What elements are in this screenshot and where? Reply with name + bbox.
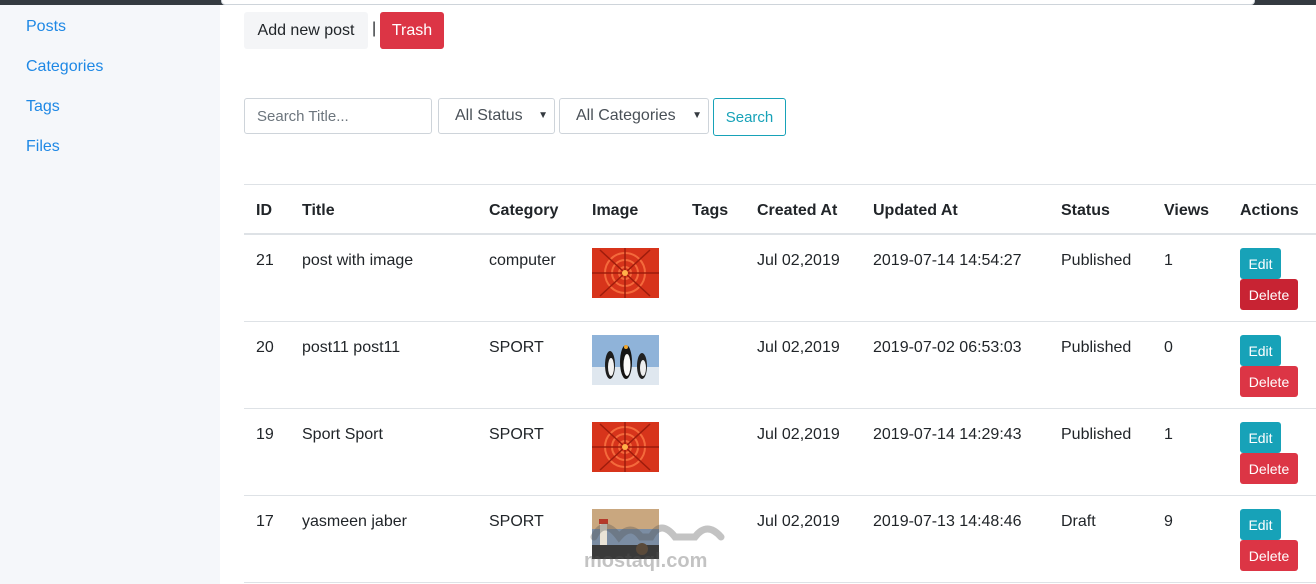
cell-views: 0 <box>1164 339 1173 356</box>
sidebar: Posts Categories Tags Files <box>0 5 220 584</box>
post-thumbnail-image <box>592 509 659 559</box>
cell-updated-at: 2019-07-14 14:54:27 <box>873 252 1022 269</box>
header-views: Views <box>1164 202 1210 219</box>
header-updated-at: Updated At <box>873 202 958 219</box>
add-new-post-button[interactable]: Add new post <box>244 12 368 49</box>
header-actions: Actions <box>1240 202 1299 219</box>
cell-id: 17 <box>256 513 274 530</box>
cell-views: 1 <box>1164 252 1173 269</box>
cell-category: SPORT <box>489 513 544 530</box>
table-row: 21 post with image computer Jul 02,2019 … <box>244 235 1316 322</box>
edit-button[interactable]: Edit <box>1240 422 1281 453</box>
edit-button[interactable]: Edit <box>1240 335 1281 366</box>
cell-title: yasmeen jaber <box>302 513 407 530</box>
delete-button[interactable]: Delete <box>1240 453 1298 484</box>
sidebar-item-posts[interactable]: Posts <box>26 18 66 36</box>
header-tags: Tags <box>692 202 729 219</box>
row-divider <box>244 582 1316 583</box>
cell-title: Sport Sport <box>302 426 383 443</box>
header-id: ID <box>256 202 272 219</box>
delete-button[interactable]: Delete <box>1240 540 1298 571</box>
table-top-border <box>244 184 1316 185</box>
category-select[interactable]: All Categories ▼ <box>559 98 709 134</box>
cell-category: SPORT <box>489 426 544 443</box>
caret-down-icon: ▼ <box>538 110 548 121</box>
post-thumbnail-image <box>592 335 659 385</box>
cell-category: SPORT <box>489 339 544 356</box>
cell-updated-at: 2019-07-02 06:53:03 <box>873 339 1022 356</box>
cell-title: post11 post11 <box>302 339 401 356</box>
cell-created-at: Jul 02,2019 <box>757 252 840 269</box>
address-bar[interactable] <box>221 0 1255 5</box>
header-created-at: Created At <box>757 202 838 219</box>
search-button[interactable]: Search <box>713 98 786 136</box>
cell-id: 20 <box>256 339 274 356</box>
cell-created-at: Jul 02,2019 <box>757 513 840 530</box>
cell-category: computer <box>489 252 556 269</box>
cell-status: Published <box>1061 426 1132 443</box>
table-row: 20 post11 post11 SPORT Jul 02,2019 2019-… <box>244 322 1316 409</box>
sidebar-item-tags[interactable]: Tags <box>26 98 60 116</box>
delete-button[interactable]: Delete <box>1240 366 1298 397</box>
delete-button[interactable]: Delete <box>1240 279 1298 310</box>
sidebar-item-files[interactable]: Files <box>26 138 60 156</box>
cell-id: 21 <box>256 252 274 269</box>
toolbar-separator: | <box>372 20 377 37</box>
trash-button[interactable]: Trash <box>380 12 444 49</box>
post-thumbnail-image <box>592 248 659 298</box>
cell-id: 19 <box>256 426 274 443</box>
edit-button[interactable]: Edit <box>1240 248 1281 279</box>
cell-views: 1 <box>1164 426 1173 443</box>
status-select[interactable]: All Status ▼ <box>438 98 555 134</box>
cell-created-at: Jul 02,2019 <box>757 339 840 356</box>
cell-status: Published <box>1061 252 1132 269</box>
header-category: Category <box>489 202 559 219</box>
table-row: 19 Sport Sport SPORT Jul 02,2019 2019-07… <box>244 409 1316 496</box>
cell-status: Published <box>1061 339 1132 356</box>
caret-down-icon: ▼ <box>692 110 702 121</box>
cell-status: Draft <box>1061 513 1096 530</box>
cell-views: 9 <box>1164 513 1173 530</box>
status-select-value: All Status <box>455 107 523 124</box>
category-select-value: All Categories <box>576 107 676 124</box>
header-status: Status <box>1061 202 1110 219</box>
edit-button[interactable]: Edit <box>1240 509 1281 540</box>
header-title: Title <box>302 202 335 219</box>
search-title-input[interactable] <box>244 98 432 134</box>
cell-title: post with image <box>302 252 414 269</box>
cell-updated-at: 2019-07-14 14:29:43 <box>873 426 1022 443</box>
post-thumbnail-image <box>592 422 659 472</box>
cell-updated-at: 2019-07-13 14:48:46 <box>873 513 1022 530</box>
header-image: Image <box>592 202 639 219</box>
sidebar-item-categories[interactable]: Categories <box>26 58 103 76</box>
cell-created-at: Jul 02,2019 <box>757 426 840 443</box>
table-row: 17 yasmeen jaber SPORT Jul 02,2019 2019-… <box>244 496 1316 583</box>
